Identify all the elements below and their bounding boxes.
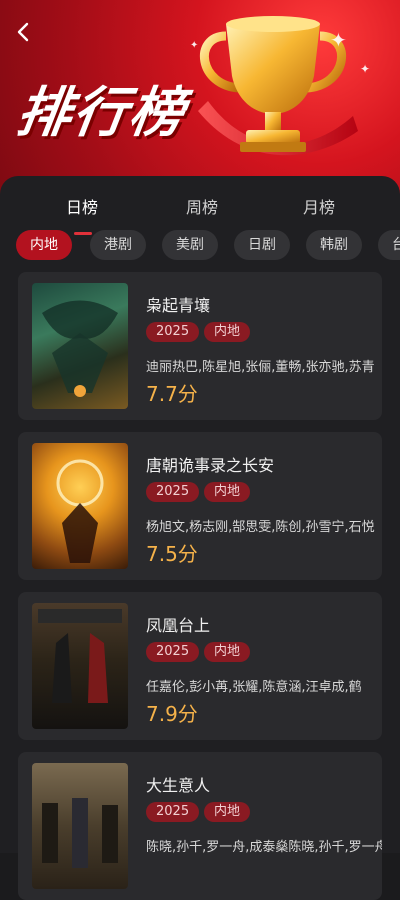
- ranking-panel: 日榜 周榜 月榜 内地 港剧 美剧 日剧 韩剧 台剧 枭起青壤 2025 内地 …: [0, 176, 400, 900]
- chip-jp[interactable]: 日剧: [234, 230, 290, 260]
- item-title: 大生意人: [146, 776, 211, 795]
- ranking-card[interactable]: 枭起青壤 2025 内地 迪丽热巴,陈星旭,张俪,董畅,张亦驰,苏青 7.7分: [18, 272, 382, 420]
- region-badge: 内地: [204, 482, 251, 502]
- rating-score: 7.7分: [146, 382, 198, 406]
- year-badge: 2025: [146, 482, 200, 502]
- year-badge: 2025: [146, 642, 200, 662]
- sparkle-icon: ✦: [360, 62, 371, 76]
- cast-list: 任嘉伦,彭小苒,张耀,陈意涵,汪卓成,鹤: [146, 680, 362, 695]
- year-badge: 2025: [146, 322, 200, 342]
- ranking-card[interactable]: 凤凰台上 2025 内地 任嘉伦,彭小苒,张耀,陈意涵,汪卓成,鹤 7.9分: [18, 592, 382, 740]
- tab-daily[interactable]: 日榜: [66, 194, 98, 218]
- poster-image: [32, 763, 128, 889]
- tab-monthly[interactable]: 月榜: [303, 194, 335, 218]
- cast-list: 陈晓,孙千,罗一舟,成泰燊陈晓,孙千,罗一舟: [146, 840, 382, 855]
- year-badge: 2025: [146, 802, 200, 822]
- ranking-card[interactable]: 大生意人 2025 内地 陈晓,孙千,罗一舟,成泰燊陈晓,孙千,罗一舟: [18, 752, 382, 900]
- cast-list: 迪丽热巴,陈星旭,张俪,董畅,张亦驰,苏青: [146, 360, 375, 375]
- chip-us[interactable]: 美剧: [162, 230, 218, 260]
- back-button[interactable]: [12, 20, 36, 44]
- tab-weekly[interactable]: 周榜: [186, 194, 218, 218]
- cast-list: 杨旭文,杨志刚,郜思雯,陈创,孙雪宁,石悦: [146, 520, 375, 535]
- page-title: 排行榜: [12, 81, 190, 144]
- poster-image: [32, 603, 128, 729]
- ranking-card[interactable]: 唐朝诡事录之长安 2025 内地 杨旭文,杨志刚,郜思雯,陈创,孙雪宁,石悦 7…: [18, 432, 382, 580]
- item-title: 凤凰台上: [146, 616, 211, 635]
- chip-tw[interactable]: 台剧: [378, 230, 400, 260]
- chip-kr[interactable]: 韩剧: [306, 230, 362, 260]
- region-badge: 内地: [204, 642, 251, 662]
- item-title: 枭起青壤: [146, 296, 211, 315]
- poster-image: [32, 443, 128, 569]
- region-badge: 内地: [204, 322, 251, 342]
- sparkle-icon: ✦: [330, 28, 347, 52]
- rating-score: 7.5分: [146, 542, 198, 566]
- item-title: 唐朝诡事录之长安: [146, 456, 275, 475]
- rating-score: 7.9分: [146, 702, 198, 726]
- chevron-left-icon: [17, 22, 29, 42]
- poster-image: [32, 283, 128, 409]
- chip-hk[interactable]: 港剧: [90, 230, 146, 260]
- region-filter: 内地 港剧 美剧 日剧 韩剧 台剧: [16, 230, 400, 262]
- period-tabs: 日榜 周榜 月榜: [0, 190, 400, 235]
- header-banner: 排行榜 ✦ ✦ ✦: [0, 0, 400, 200]
- chip-mainland[interactable]: 内地: [16, 230, 72, 260]
- region-badge: 内地: [204, 802, 251, 822]
- sparkle-icon: ✦: [190, 40, 199, 51]
